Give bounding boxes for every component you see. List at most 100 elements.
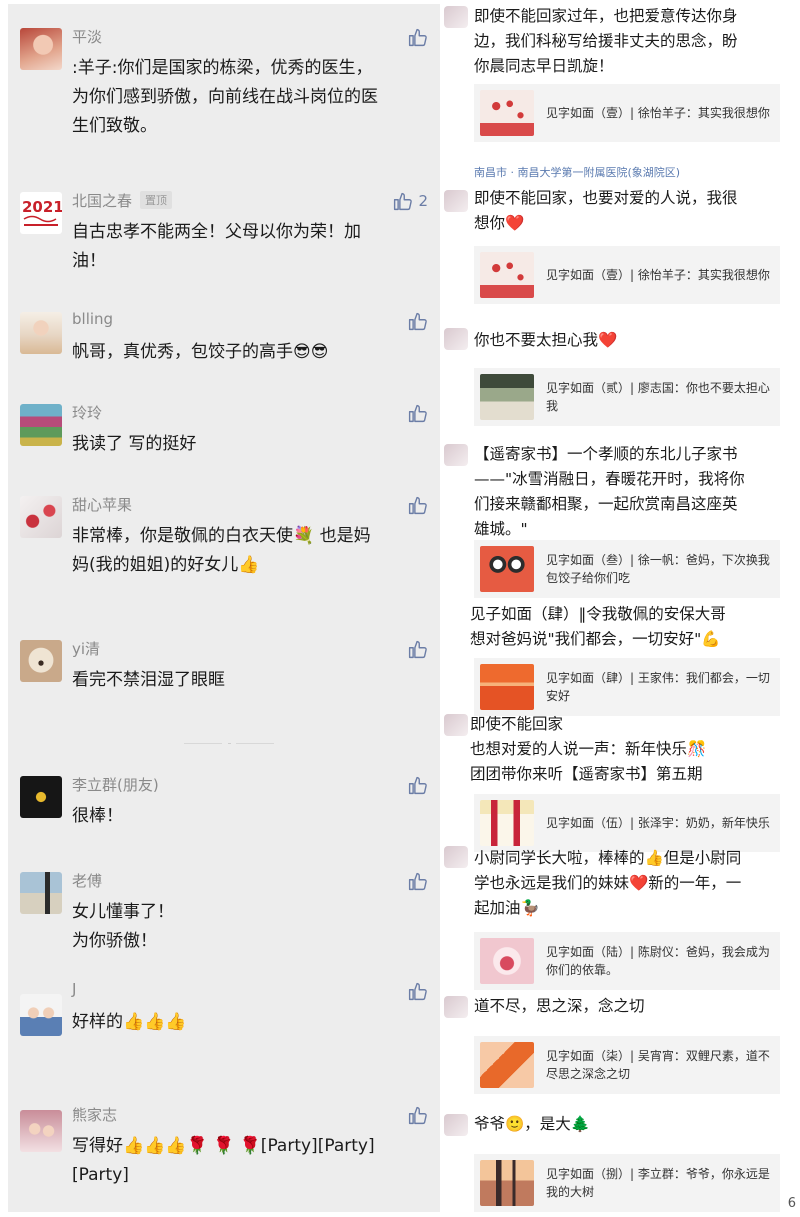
article-title: 见字如面（伍）| 张泽宇：奶奶，新年快乐 xyxy=(546,816,770,830)
like-button[interactable] xyxy=(407,1104,428,1126)
like-count: 2 xyxy=(418,192,428,210)
comment-text: 很棒！ xyxy=(72,806,123,826)
article-title: 见字如面（壹）| 徐怡羊子：其实我很想你 xyxy=(546,106,770,120)
comment-text: 好样的👍👍👍 xyxy=(72,1012,187,1032)
article-thumbnail xyxy=(480,1160,534,1206)
share-message: 即使不能回家过年，也把爱意传达你身 边，我们科秘写给援非丈夫的思念，盼 你晨同志早日… xyxy=(474,7,738,75)
share-message: 【遥寄家书】一个孝顺的东北儿子家书 ——"冰雪消融日，春暖花开时，我将你 们接来赣鄱… xyxy=(474,445,745,538)
article-title: 见字如面（壹）| 徐怡羊子：其实我很想你 xyxy=(546,268,770,282)
commenter-name[interactable]: blling xyxy=(72,310,113,328)
article-title: 见字如面（叁）| 徐一帆：爸妈，下次换我包饺子给你们吃 xyxy=(546,553,770,585)
like-button[interactable] xyxy=(407,402,428,424)
comment-text: 自古忠孝不能两全！父母以你为荣！加 油！ xyxy=(72,222,361,271)
article-card[interactable]: 见字如面（陆）| 陈尉仪：爸妈，我会成为你们的依靠。 xyxy=(474,932,780,990)
avatar[interactable] xyxy=(20,404,62,446)
thumbs-up-icon xyxy=(408,640,427,658)
sender-avatar xyxy=(444,444,468,466)
share-message: 爷爷🙂，是大🌲 xyxy=(474,1115,591,1133)
sender-avatar xyxy=(444,714,468,736)
article-card[interactable]: 见字如面（柒）| 吴宵宵：双鲤尺素，道不尽思之深念之切 xyxy=(474,1036,780,1094)
like-button[interactable] xyxy=(407,494,428,516)
article-card[interactable]: 见字如面（壹）| 徐怡羊子：其实我很想你 xyxy=(474,246,780,304)
section-divider xyxy=(184,742,274,746)
comment-text: 我读了 写的挺好 xyxy=(72,434,197,454)
like-button[interactable] xyxy=(407,26,428,48)
share-message: 你也不要太担心我❤️ xyxy=(474,331,618,349)
thumbs-up-icon xyxy=(408,404,427,422)
share-message: 小尉同学长大啦，棒棒的👍但是小尉同 学也永远是我们的妹妹❤️新的一年，一 起加油🦆 xyxy=(474,849,742,917)
commenter-name: 北国之春 置顶 xyxy=(72,190,173,211)
commenter-name-text[interactable]: 北国之春 xyxy=(72,192,132,210)
commenter-name[interactable]: yi清 xyxy=(72,638,100,659)
commenter-name[interactable]: J xyxy=(72,980,76,998)
commenter-name[interactable]: 老傅 xyxy=(72,870,102,891)
share-message: 即使不能回家，也要对爱的人说，我很 想你❤️ xyxy=(474,189,738,232)
like-button[interactable] xyxy=(407,870,428,892)
thumbs-up-icon xyxy=(408,496,427,514)
article-card[interactable]: 见字如面（贰）| 廖志国：你也不要太担心我 xyxy=(474,368,780,426)
comment-item: yi清 看完不禁泪湿了眼眶 xyxy=(8,638,440,694)
comment-item: J 好样的👍👍👍 xyxy=(8,980,440,1040)
like-button[interactable] xyxy=(407,638,428,660)
article-title: 见字如面（柒）| 吴宵宵：双鲤尺素，道不尽思之深念之切 xyxy=(546,1049,770,1081)
like-button[interactable] xyxy=(407,980,428,1002)
commenter-name[interactable]: 熊家志 xyxy=(72,1104,117,1125)
comment-item: 老傅 女儿懂事了！ 为你骄傲！ xyxy=(8,870,440,956)
comment-item: 甜心苹果 非常棒，你是敬佩的白衣天使💐 也是妈 妈(我的姐姐)的好女儿👍 xyxy=(8,494,440,584)
like-button[interactable]: 2 xyxy=(392,190,428,212)
sender-avatar xyxy=(444,996,468,1018)
avatar[interactable] xyxy=(20,776,62,818)
logo-2021-image: 2021 xyxy=(22,198,62,226)
share-message: 见子如面（肆）‖令我敬佩的安保大哥 想对爸妈说"我们都会，一切安好"💪 xyxy=(470,605,726,648)
article-title: 见字如面（捌）| 李立群：爷爷，你永远是我的大树 xyxy=(546,1167,770,1199)
commenter-name[interactable]: 平淡 xyxy=(72,26,102,47)
thumbs-up-icon xyxy=(408,982,427,1000)
avatar[interactable] xyxy=(20,872,62,914)
thumbs-up-icon xyxy=(408,776,427,794)
article-thumbnail xyxy=(480,938,534,984)
article-thumbnail xyxy=(480,664,534,710)
article-shares-panel: 即使不能回家过年，也把爱意传达你身 边，我们科秘写给援非丈夫的思念，盼 你晨同志早日… xyxy=(444,0,784,1217)
thumbs-up-icon xyxy=(408,872,427,890)
article-card[interactable]: 见字如面（叁）| 徐一帆：爸妈，下次换我包饺子给你们吃 xyxy=(474,540,780,598)
thumbs-up-icon xyxy=(408,312,427,330)
article-thumbnail xyxy=(480,800,534,846)
thumbs-up-icon xyxy=(408,1106,427,1124)
share-message: 即使不能回家 也想对爱的人说一声：新年快乐🎊 团团带你来听【遥寄家书】第五期 xyxy=(470,715,707,783)
sender-avatar xyxy=(444,190,468,212)
article-thumbnail xyxy=(480,374,534,420)
svg-text:2021: 2021 xyxy=(22,198,62,216)
sender-avatar xyxy=(444,328,468,350)
article-card[interactable]: 见字如面（捌）| 李立群：爷爷，你永远是我的大树 xyxy=(474,1154,780,1212)
avatar[interactable] xyxy=(20,28,62,70)
article-card[interactable]: 见字如面（壹）| 徐怡羊子：其实我很想你 xyxy=(474,84,780,142)
comment-text: :羊子:你们是国家的栋梁，优秀的医生， 为你们感到骄傲，向前线在战斗岗位的医 生们致… xyxy=(72,58,378,136)
avatar[interactable] xyxy=(20,994,62,1036)
comment-text: 帆哥，真优秀，包饺子的高手😎😎 xyxy=(72,342,329,362)
commenter-name[interactable]: 李立群(朋友) xyxy=(72,774,159,795)
commenter-name[interactable]: 甜心苹果 xyxy=(72,494,132,515)
avatar[interactable] xyxy=(20,496,62,538)
article-card[interactable]: 见字如面（伍）| 张泽宇：奶奶，新年快乐 xyxy=(474,794,780,852)
comment-item: 2021 北国之春 置顶 2 自古忠孝不能两全！父母以你为荣！加 油！ xyxy=(8,190,440,271)
article-title: 见字如面（贰）| 廖志国：你也不要太担心我 xyxy=(546,381,770,413)
avatar[interactable] xyxy=(20,640,62,682)
comment-text: 女儿懂事了！ 为你骄傲！ xyxy=(72,902,174,951)
comment-item: 熊家志 写得好👍👍👍🌹 🌹 🌹[Party][Party] [Party] xyxy=(8,1104,440,1194)
like-button[interactable] xyxy=(407,774,428,796)
sender-avatar xyxy=(444,6,468,28)
article-card[interactable]: 见字如面（肆）| 王家伟：我们都会，一切安好 xyxy=(474,658,780,716)
thumbs-up-icon xyxy=(408,28,427,46)
thumbs-up-icon xyxy=(394,192,413,210)
sender-avatar xyxy=(444,1114,468,1136)
location-label[interactable]: 南昌市 · 南昌大学第一附属医院(象湖院区) xyxy=(474,164,680,180)
avatar[interactable] xyxy=(20,312,62,354)
avatar[interactable]: 2021 xyxy=(20,192,62,234)
commenter-name[interactable]: 玲玲 xyxy=(72,402,102,423)
avatar[interactable] xyxy=(20,1110,62,1152)
comment-text: 看完不禁泪湿了眼眶 xyxy=(72,670,225,690)
like-button[interactable] xyxy=(407,310,428,332)
comment-item: 李立群(朋友) 很棒！ xyxy=(8,774,440,830)
article-thumbnail xyxy=(480,90,534,136)
comments-panel: 平淡 :羊子:你们是国家的栋梁，优秀的医生， 为你们感到骄傲，向前线在战斗岗位的医… xyxy=(8,4,440,1212)
